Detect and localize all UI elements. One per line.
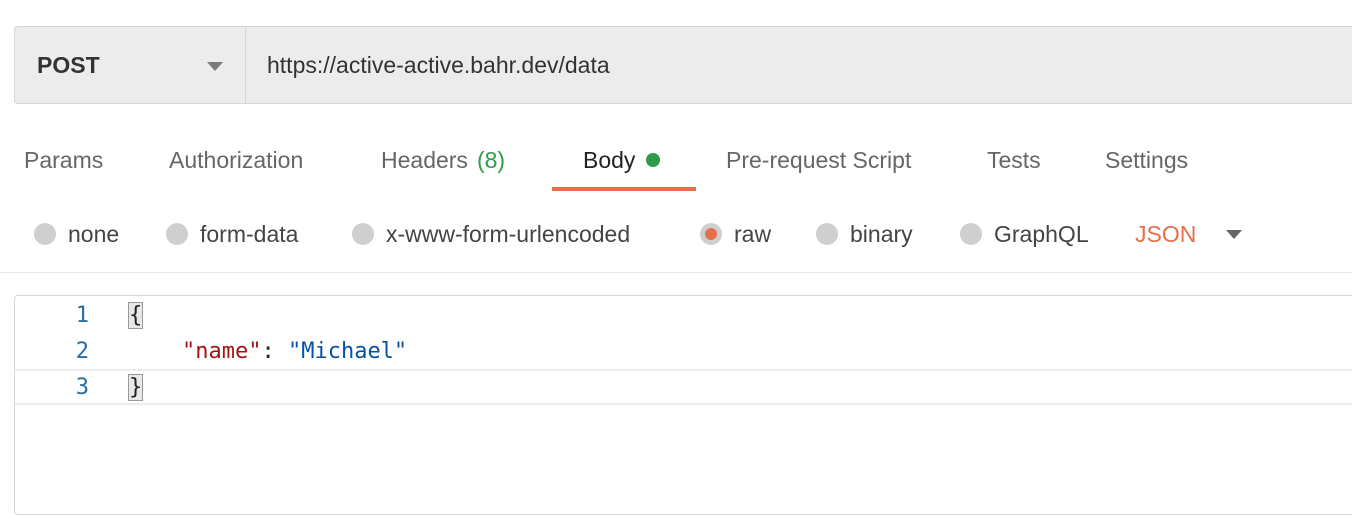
- tab-label: Authorization: [169, 146, 304, 173]
- body-modified-indicator: [646, 153, 661, 167]
- request-url-bar: POST: [14, 26, 1352, 104]
- tab-label: Settings: [1105, 146, 1189, 173]
- radio-label: x-www-form-urlencoded: [386, 220, 631, 247]
- radio-label: form-data: [200, 220, 299, 247]
- code-editor[interactable]: 1 { 2 "name": "Michael" 3 }: [14, 295, 1352, 515]
- line-code: }: [127, 373, 144, 401]
- radio-raw[interactable]: raw: [700, 212, 771, 256]
- method-select[interactable]: POST: [15, 27, 246, 103]
- matched-brace: {: [127, 301, 144, 329]
- tab-body[interactable]: Body: [583, 130, 661, 190]
- url-input[interactable]: [246, 27, 1352, 103]
- active-tab-indicator: [552, 187, 696, 191]
- format-label: JSON: [1135, 220, 1197, 247]
- radio-form-data[interactable]: form-data: [166, 212, 298, 256]
- headers-count-badge: (8): [476, 146, 506, 173]
- line-code: "name": "Michael": [129, 339, 407, 364]
- tab-label: Tests: [987, 146, 1041, 173]
- radio-button-icon[interactable]: [352, 223, 374, 245]
- editor-line: 1 {: [15, 297, 1352, 333]
- json-colon: :: [261, 338, 288, 364]
- radio-none[interactable]: none: [34, 212, 119, 256]
- matched-brace: }: [127, 373, 144, 401]
- section-divider: [0, 272, 1352, 273]
- radio-graphql[interactable]: GraphQL: [960, 212, 1089, 256]
- tab-settings[interactable]: Settings: [1105, 130, 1188, 190]
- tab-label: Body: [583, 146, 636, 173]
- radio-label: none: [68, 220, 120, 247]
- editor-line-current: 3 }: [15, 369, 1352, 405]
- tab-authorization[interactable]: Authorization: [169, 130, 303, 190]
- radio-binary[interactable]: binary: [816, 212, 913, 256]
- radio-x-www-form-urlencoded[interactable]: x-www-form-urlencoded: [352, 212, 630, 256]
- line-code: {: [127, 301, 144, 329]
- json-string-value: "Michael": [287, 338, 408, 364]
- radio-label: binary: [850, 220, 913, 247]
- tab-pre-request-script[interactable]: Pre-request Script: [726, 130, 911, 190]
- chevron-down-icon: [207, 62, 223, 71]
- tab-headers[interactable]: Headers (8): [381, 130, 505, 190]
- tab-tests[interactable]: Tests: [987, 130, 1041, 190]
- line-number: 2: [75, 338, 89, 364]
- radio-button-checked-icon[interactable]: [700, 223, 722, 245]
- editor-line: 2 "name": "Michael": [15, 333, 1352, 369]
- line-number: 1: [75, 302, 89, 328]
- body-type-selector: none form-data x-www-form-urlencoded raw…: [0, 212, 1352, 256]
- tab-label: Params: [24, 146, 104, 173]
- radio-button-icon[interactable]: [166, 223, 188, 245]
- tab-params[interactable]: Params: [24, 130, 103, 190]
- tab-label: Headers: [381, 146, 468, 173]
- json-key: "name": [181, 338, 262, 364]
- line-number: 3: [75, 374, 89, 400]
- radio-button-icon[interactable]: [960, 223, 982, 245]
- tab-label: Pre-request Script: [726, 146, 912, 173]
- chevron-down-icon: [1226, 229, 1243, 239]
- request-tabs: Params Authorization Headers (8) Body Pr…: [0, 130, 1352, 192]
- method-label: POST: [37, 51, 100, 78]
- radio-label: raw: [734, 220, 772, 247]
- raw-format-select[interactable]: JSON: [1135, 212, 1243, 256]
- radio-label: GraphQL: [994, 220, 1089, 247]
- radio-button-icon[interactable]: [816, 223, 838, 245]
- radio-button-icon[interactable]: [34, 223, 56, 245]
